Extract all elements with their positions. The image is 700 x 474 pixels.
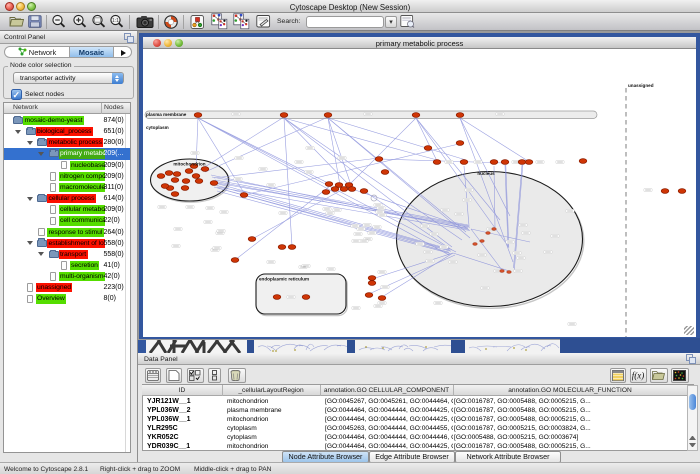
svg-text:mitochondrion: mitochondrion [173, 162, 205, 167]
svg-text:endoplasmic reticulum: endoplasmic reticulum [259, 277, 309, 282]
svg-text:plasma membrane: plasma membrane [146, 112, 187, 117]
svg-text:f(x): f(x) [632, 371, 644, 381]
svg-text:cytoplasm: cytoplasm [146, 125, 169, 130]
svg-text:unassigned: unassigned [628, 83, 654, 88]
svg-text:1:1: 1:1 [112, 18, 119, 24]
svg-text:nucleus: nucleus [477, 171, 495, 176]
